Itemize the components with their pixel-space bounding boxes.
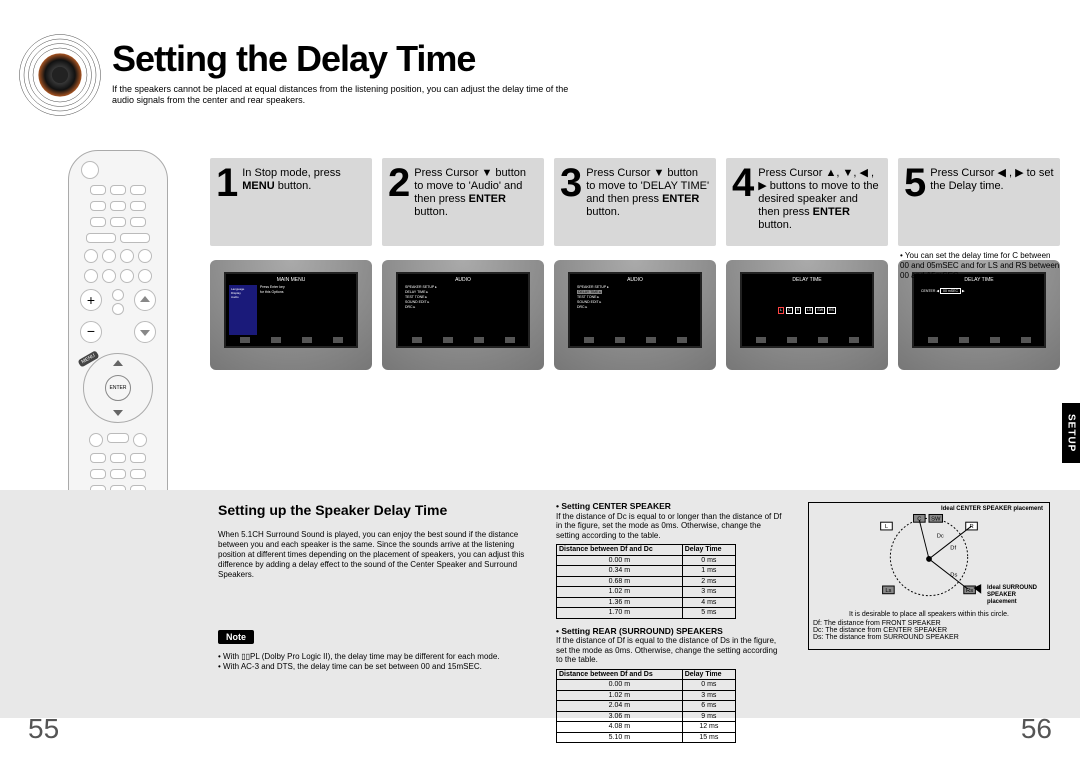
page-number-left: 55 [28, 713, 59, 745]
step-text: Press Cursor ▼ button to move to 'Audio'… [414, 164, 538, 236]
step-3: 3Press Cursor ▼ button to move to 'DELAY… [554, 158, 716, 370]
step-text: In Stop mode, press MENU button. [242, 164, 366, 236]
step-num: 2 [388, 164, 410, 236]
speaker-graphic-icon [15, 30, 105, 120]
page-subtitle: If the speakers cannot be placed at equa… [112, 84, 592, 106]
diagram-column: Ideal CENTER SPEAKER placement L C SW R … [808, 502, 1050, 650]
bottom-area: Setting up the Speaker Delay Time When 5… [0, 490, 1080, 718]
page-number-right: 56 [1021, 713, 1052, 745]
svg-text:Dc: Dc [937, 534, 944, 540]
svg-text:SW: SW [931, 516, 941, 522]
tv-screenshot: AUDIOSPEAKER SETUP ▸DELAY TIME ▸TEST TON… [382, 260, 544, 370]
center-column: • Setting CENTER SPEAKER If the distance… [556, 502, 786, 751]
side-tab: SETUP [1062, 403, 1080, 463]
tv-screenshot: DELAY TIMELCRLSSWRS [726, 260, 888, 370]
rear-table: Distance between Df and DsDelay Time 0.0… [556, 669, 736, 744]
page-title: Setting the Delay Time [112, 38, 475, 80]
tv-screenshot: AUDIOSPEAKER SETUP ▸DELAY TIME ▸TEST TON… [554, 260, 716, 370]
step-num: 1 [216, 164, 238, 236]
note-badge: Note [218, 630, 254, 644]
body-text: When 5.1CH Surround Sound is played, you… [218, 530, 538, 580]
step-text: Press Cursor ◀ , ▶ to set the Delay time… [930, 164, 1054, 236]
step-1: 1In Stop mode, press MENU button. MAIN M… [210, 158, 372, 370]
extra-note: You can set the delay time for C between… [900, 251, 1060, 281]
step-num: 4 [732, 164, 754, 236]
step-2: 2Press Cursor ▼ button to move to 'Audio… [382, 158, 544, 370]
step-4: 4Press Cursor ▲, ▼, ◀ , ▶ buttons to mov… [726, 158, 888, 370]
section-title: Setting up the Speaker Delay Time [218, 502, 447, 518]
step-num: 3 [560, 164, 582, 236]
tv-screenshot: MAIN MENULanguageDisplayAudioPress Enter… [210, 260, 372, 370]
svg-text:Ls: Ls [885, 588, 891, 594]
step-num: 5 [904, 164, 926, 236]
step-text: Press Cursor ▲, ▼, ◀ , ▶ buttons to move… [758, 164, 882, 236]
center-table: Distance between Df and DcDelay Time 0.0… [556, 544, 736, 619]
svg-text:Df: Df [950, 545, 956, 551]
note-lines: With ▯▯PL (Dolby Pro Logic II), the dela… [218, 652, 598, 672]
step-text: Press Cursor ▼ button to move to 'DELAY … [586, 164, 710, 236]
svg-text:Ds: Ds [950, 572, 957, 578]
